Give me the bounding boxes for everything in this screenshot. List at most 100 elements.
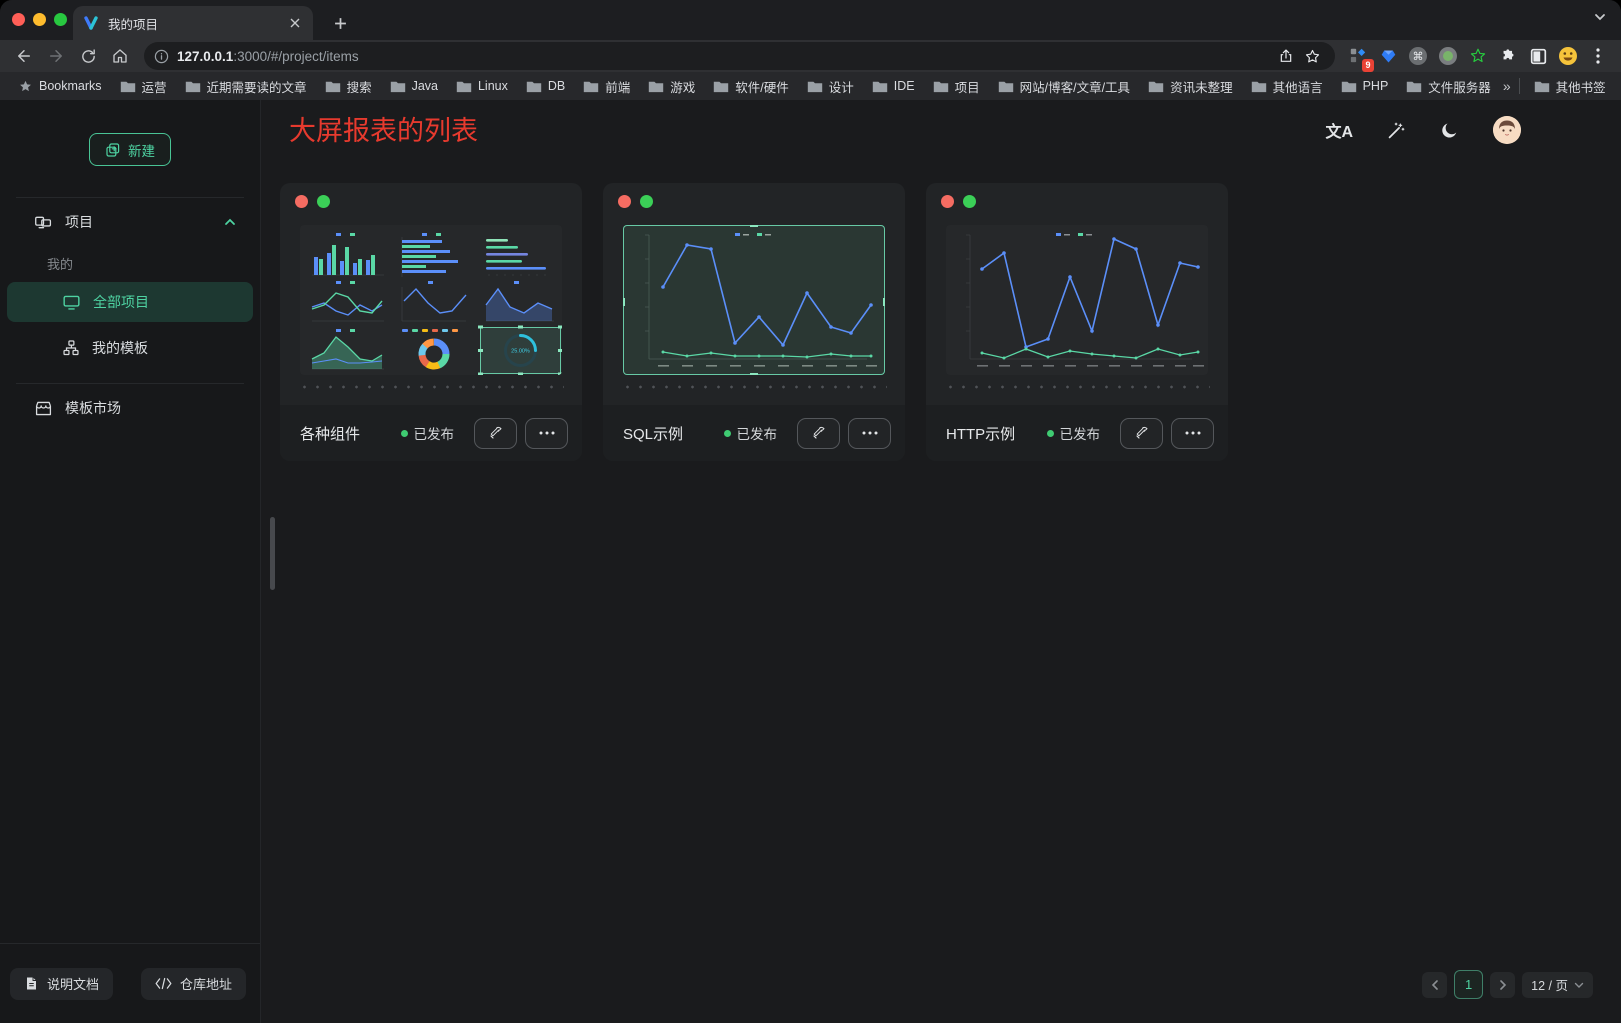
progress-value: 25.00% — [511, 349, 530, 355]
edit-hammer-button[interactable] — [1120, 418, 1163, 449]
line-chart — [946, 225, 1208, 375]
bookmarks-overflow-chevron[interactable]: » — [1503, 78, 1511, 94]
folder-icon — [648, 80, 664, 93]
url-text[interactable]: 127.0.0.1:3000/#/project/items — [177, 49, 1273, 64]
new-tab-button[interactable] — [326, 9, 354, 37]
magic-wand-icon[interactable] — [1387, 121, 1406, 140]
address-bar[interactable]: 127.0.0.1:3000/#/project/items — [144, 42, 1335, 70]
project-thumbnail-components[interactable]: 25.00% — [300, 225, 562, 375]
project-name: 各种组件 — [300, 423, 401, 444]
repo-button[interactable]: 仓库地址 — [141, 968, 246, 1000]
bookmark-folder[interactable]: 网站/博客/文章/工具 — [992, 75, 1136, 98]
bookmark-folder[interactable]: DB — [520, 77, 571, 95]
extension-emoji-icon[interactable] — [1555, 43, 1581, 69]
app-root: 新建 项目 我的 全部项目 我的模板 — [0, 100, 1621, 1023]
project-card[interactable]: SQL示例 已发布 — [603, 183, 905, 461]
pagination: 1 12 / 页 — [1422, 970, 1593, 999]
other-bookmarks[interactable]: 其他书签 — [1528, 75, 1612, 98]
window-controls[interactable] — [12, 13, 67, 26]
project-name: SQL示例 — [623, 423, 724, 444]
more-options-button[interactable] — [848, 418, 891, 449]
bookmark-folder[interactable]: 软件/硬件 — [707, 75, 794, 98]
sidebar-group-project[interactable]: 项目 — [0, 204, 260, 240]
browser-menu-icon[interactable] — [1585, 43, 1611, 69]
folder-icon — [1534, 80, 1550, 93]
browser-tab[interactable]: 我的项目 — [73, 6, 313, 40]
status-badge: 已发布 — [724, 423, 778, 443]
more-options-button[interactable] — [525, 418, 568, 449]
new-project-button[interactable]: 新建 — [89, 133, 171, 166]
close-window-button[interactable] — [12, 13, 25, 26]
document-icon — [24, 976, 39, 991]
extension-gem-icon[interactable] — [1375, 43, 1401, 69]
sidebar-item-template-market[interactable]: 模板市场 — [0, 390, 260, 426]
edit-hammer-button[interactable] — [797, 418, 840, 449]
more-options-button[interactable] — [1171, 418, 1214, 449]
project-thumbnail-sql[interactable] — [623, 225, 885, 375]
sidebar-footer: 说明文档 仓库地址 — [0, 943, 260, 1023]
reload-icon[interactable] — [74, 42, 102, 70]
storefront-icon — [34, 399, 53, 418]
share-icon[interactable] — [1273, 43, 1299, 69]
bookmark-folder[interactable]: IDE — [866, 77, 921, 95]
extension-record-icon[interactable] — [1435, 43, 1461, 69]
bookmark-folder[interactable]: 搜索 — [319, 75, 378, 98]
next-page-button[interactable] — [1490, 972, 1515, 998]
project-card[interactable]: HTTP示例 已发布 — [926, 183, 1228, 461]
tab-close-icon[interactable] — [287, 15, 303, 31]
tab-search-chevron-icon[interactable] — [1593, 10, 1607, 24]
bookmark-folder[interactable]: 游戏 — [642, 75, 701, 98]
extension-green-star-icon[interactable] — [1465, 43, 1491, 69]
bookmark-folder[interactable]: 运营 — [114, 75, 173, 98]
bookmark-folder[interactable]: Linux — [450, 77, 514, 95]
zoom-window-button[interactable] — [54, 13, 67, 26]
home-icon[interactable] — [106, 42, 134, 70]
current-page-button[interactable]: 1 — [1454, 970, 1483, 999]
tab-strip: 我的项目 — [0, 0, 1621, 40]
bookmarks-manager[interactable]: Bookmarks — [12, 77, 108, 96]
bookmark-folder[interactable]: 资讯未整理 — [1142, 75, 1239, 98]
edit-hammer-button[interactable] — [474, 418, 517, 449]
docs-button[interactable]: 说明文档 — [10, 968, 113, 1000]
bookmark-folder[interactable]: PHP — [1335, 77, 1395, 95]
red-dot — [941, 195, 954, 208]
folder-icon — [526, 80, 542, 93]
card-decoration-dots — [295, 195, 330, 208]
bookmark-folder[interactable]: 设计 — [801, 75, 860, 98]
back-icon[interactable] — [10, 42, 38, 70]
extension-panel-icon[interactable] — [1525, 43, 1551, 69]
minimize-window-button[interactable] — [33, 13, 46, 26]
translate-icon[interactable]: 文A — [1325, 118, 1353, 142]
extension-tabs-icon[interactable]: 9 — [1345, 43, 1371, 69]
project-card-list: 25.00% 各种组件 已发布 — [280, 183, 1228, 461]
sidebar-item-my-templates[interactable]: 我的模板 — [0, 330, 260, 366]
bookmark-folder[interactable]: 近期需要读的文章 — [179, 75, 313, 98]
extensions-puzzle-icon[interactable] — [1495, 43, 1521, 69]
avatar[interactable] — [1493, 116, 1521, 144]
bookmark-star-icon[interactable] — [1299, 43, 1325, 69]
sidebar-item-all-projects[interactable]: 全部项目 — [7, 282, 253, 322]
copy-plus-icon — [105, 142, 121, 158]
ellipsis-icon — [539, 431, 555, 435]
folder-icon — [583, 80, 599, 93]
folder-icon — [1251, 80, 1267, 93]
bookmark-folder[interactable]: 项目 — [927, 75, 986, 98]
bookmark-folder[interactable]: 文件服务器 — [1400, 75, 1497, 98]
project-card[interactable]: 25.00% 各种组件 已发布 — [280, 183, 582, 461]
forward-icon[interactable] — [42, 42, 70, 70]
bookmark-folder[interactable]: 其他语言 — [1245, 75, 1329, 98]
folder-icon — [456, 80, 472, 93]
bookmark-folder[interactable]: Java — [384, 77, 444, 95]
prev-page-button[interactable] — [1422, 972, 1447, 998]
monitor-icon — [62, 293, 81, 312]
dotted-separator — [621, 385, 887, 389]
site-info-icon[interactable] — [154, 49, 169, 64]
page-size-select[interactable]: 12 / 页 — [1522, 972, 1593, 998]
dark-mode-moon-icon[interactable] — [1440, 121, 1459, 140]
scrollbar-thumb[interactable] — [270, 517, 275, 590]
extension-command-icon[interactable]: ⌘ — [1405, 43, 1431, 69]
chevron-up-icon[interactable] — [224, 216, 236, 228]
bookmark-folder[interactable]: 前端 — [577, 75, 636, 98]
main-content: 大屏报表的列表 文A — [261, 100, 1621, 1023]
project-thumbnail-http[interactable] — [946, 225, 1208, 375]
